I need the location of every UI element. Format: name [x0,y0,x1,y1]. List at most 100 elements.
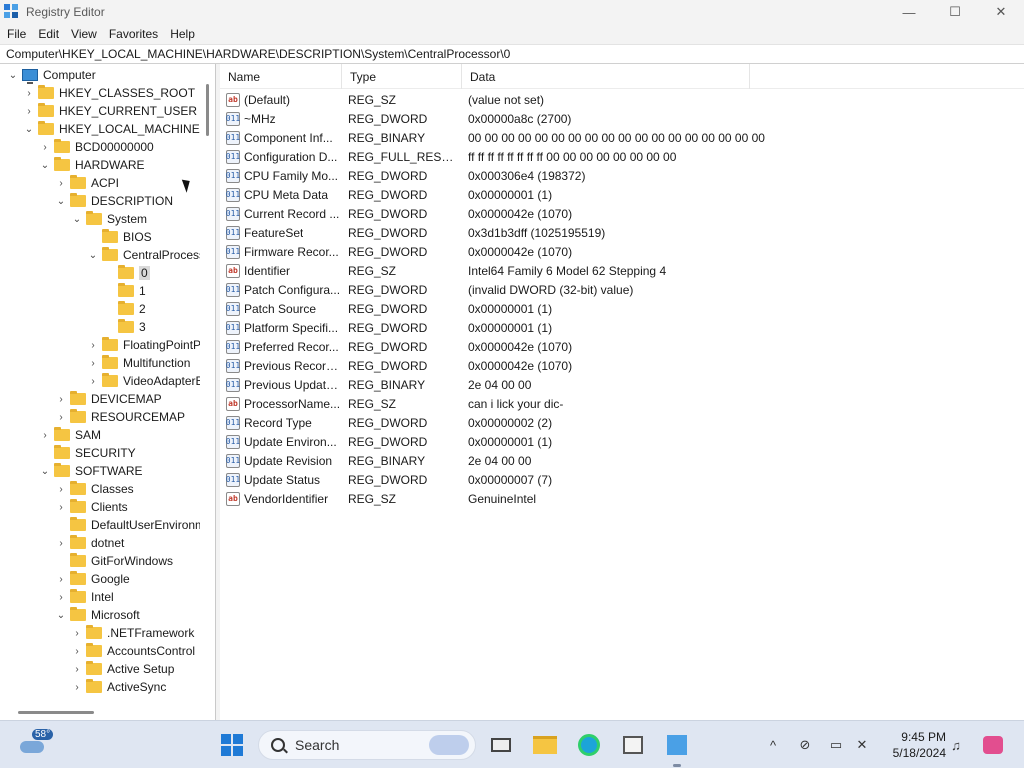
tree-node[interactable]: › Multifunction [86,354,190,372]
tree-node[interactable]: › Classes [54,480,134,498]
tree-node[interactable]: GitForWindows [54,552,173,570]
chevron-down-icon[interactable]: ⌄ [38,464,52,478]
value-row[interactable]: 011 Platform Specifi... REG_DWORD 0x0000000… [220,318,1024,337]
display-icon[interactable]: ▭ [826,735,846,755]
tree-node[interactable]: › RESOURCEMAP [54,408,185,426]
value-row[interactable]: ab VendorIdentifier REG_SZ GenuineIntel [220,489,1024,508]
chevron-right-icon[interactable]: › [86,338,100,352]
taskbar-search-box[interactable]: Search [258,730,476,760]
menu-view[interactable]: View [66,27,102,41]
tree-node[interactable]: ⌄ System [70,210,147,228]
task-view-icon[interactable] [487,731,515,759]
chevron-right-icon[interactable]: › [22,104,36,118]
maximize-button[interactable]: ☐ [932,0,978,24]
chevron-right-icon[interactable]: › [70,680,84,694]
weather-widget[interactable]: 58° [18,729,54,761]
tree-node[interactable]: › Active Setup [70,660,174,678]
chevron-right-icon[interactable]: › [54,482,68,496]
tree-node[interactable]: › HKEY_CURRENT_USER [22,102,197,120]
chevron-right-icon[interactable]: › [70,662,84,676]
value-row[interactable]: 011 Current Record ... REG_DWORD 0x0000042e… [220,204,1024,223]
chevron-down-icon[interactable]: ⌄ [54,608,68,622]
value-row[interactable]: 011 Previous Record... REG_DWORD 0x0000042e… [220,356,1024,375]
scrollbar-thumb[interactable] [206,84,209,136]
tree-node[interactable]: › .NETFramework [70,624,194,642]
tree-node[interactable]: 0 [102,264,150,282]
value-row[interactable]: 011 Update Status REG_DWORD 0x00000007 (7) [220,470,1024,489]
tree-node[interactable]: › BCD00000000 [38,138,154,156]
value-row[interactable]: ab Identifier REG_SZ Intel64 Family 6 Model… [220,261,1024,280]
registry-editor-taskbar-icon[interactable] [663,731,691,767]
tree-node[interactable]: › dotnet [54,534,124,552]
network-icon[interactable]: ⊘ [795,735,815,755]
chevron-down-icon[interactable]: ⌄ [38,158,52,172]
chevron-right-icon[interactable]: › [86,374,100,388]
value-row[interactable]: 011 Component Inf... REG_BINARY 00 00 00 00… [220,128,1024,147]
chevron-right-icon[interactable]: › [54,500,68,514]
chevron-right-icon[interactable]: › [54,410,68,424]
chevron-right-icon[interactable]: › [54,176,68,190]
value-row[interactable]: 011 ~MHz REG_DWORD 0x00000a8c (2700) [220,109,1024,128]
chevron-right-icon[interactable]: › [38,428,52,442]
tree-node[interactable]: 1 [102,282,146,300]
chevron-right-icon[interactable]: › [54,590,68,604]
tree-node[interactable]: BIOS [86,228,152,246]
tree-node[interactable]: › FloatingPointP [86,336,200,354]
start-button[interactable] [221,734,243,756]
tree-horizontal-scrollbar[interactable] [0,704,215,720]
copilot-icon[interactable] [982,735,1004,755]
close-button[interactable]: ✕ [978,0,1024,24]
chevron-up-icon[interactable]: ^ [763,735,783,755]
value-row[interactable]: 011 Update Revision REG_BINARY 2e 04 00 00 [220,451,1024,470]
tree-node[interactable]: › Clients [54,498,128,516]
minimize-button[interactable]: — [886,0,932,24]
tree-node[interactable]: SECURITY [38,444,136,462]
tree-node[interactable]: › HKEY_CLASSES_ROOT [22,84,195,102]
tree-node[interactable]: DefaultUserEnvironm [54,516,200,534]
chevron-down-icon[interactable]: ⌄ [22,122,36,136]
column-header-name[interactable]: Name [220,64,342,89]
store-icon[interactable] [619,731,647,759]
tree-node[interactable]: 2 [102,300,146,318]
chevron-right-icon[interactable]: › [70,626,84,640]
column-header-data[interactable]: Data [462,64,750,89]
value-row[interactable]: 011 Firmware Recor... REG_DWORD 0x0000042e … [220,242,1024,261]
tree-node[interactable]: ⌄ SOFTWARE [38,462,143,480]
volume-icon[interactable]: ✕ [852,735,872,755]
tree-node[interactable]: › Intel [54,588,114,606]
tree-node[interactable]: ⌄ HKEY_LOCAL_MACHINE [22,120,200,138]
tree-node[interactable]: › Google [54,570,130,588]
tree-node[interactable]: ⌄ Computer [6,66,96,84]
value-row[interactable]: 011 Record Type REG_DWORD 0x00000002 (2) [220,413,1024,432]
bell-icon[interactable]: ♫ [946,735,966,755]
column-header-type[interactable]: Type [342,64,462,89]
chevron-down-icon[interactable]: ⌄ [86,248,100,262]
scrollbar-thumb[interactable] [18,711,94,714]
value-row[interactable]: 011 Patch Configura... REG_DWORD (invalid D… [220,280,1024,299]
chevron-down-icon[interactable]: ⌄ [6,68,20,82]
chevron-right-icon[interactable]: › [70,644,84,658]
chevron-right-icon[interactable]: › [54,392,68,406]
tree-node[interactable]: › ActiveSync [70,678,166,696]
file-explorer-icon[interactable] [531,731,559,759]
menu-help[interactable]: Help [165,27,200,41]
menu-edit[interactable]: Edit [33,27,64,41]
value-row[interactable]: 011 Update Environ... REG_DWORD 0x00000001 … [220,432,1024,451]
tree-node[interactable]: › VideoAdapterB [86,372,200,390]
tree-vertical-scrollbar[interactable] [200,64,215,704]
chevron-right-icon[interactable]: › [86,356,100,370]
chevron-right-icon[interactable]: › [54,572,68,586]
value-row[interactable]: 011 Patch Source REG_DWORD 0x00000001 (1) [220,299,1024,318]
value-row[interactable]: 011 CPU Meta Data REG_DWORD 0x00000001 (1) [220,185,1024,204]
tree-node[interactable]: ⌄ Microsoft [54,606,140,624]
chevron-right-icon[interactable]: › [38,140,52,154]
chevron-right-icon[interactable]: › [54,536,68,550]
value-row[interactable]: 011 Preferred Recor... REG_DWORD 0x0000042e… [220,337,1024,356]
menu-file[interactable]: File [2,27,31,41]
value-row[interactable]: 011 FeatureSet REG_DWORD 0x3d1b3dff (102519… [220,223,1024,242]
clock[interactable]: 9:45 PM 5/18/2024 [874,729,946,761]
edge-icon[interactable] [575,731,603,759]
chevron-down-icon[interactable]: ⌄ [54,194,68,208]
tree-node[interactable]: › AccountsControl [70,642,195,660]
value-row[interactable]: ab ProcessorName... REG_SZ can i lick your … [220,394,1024,413]
